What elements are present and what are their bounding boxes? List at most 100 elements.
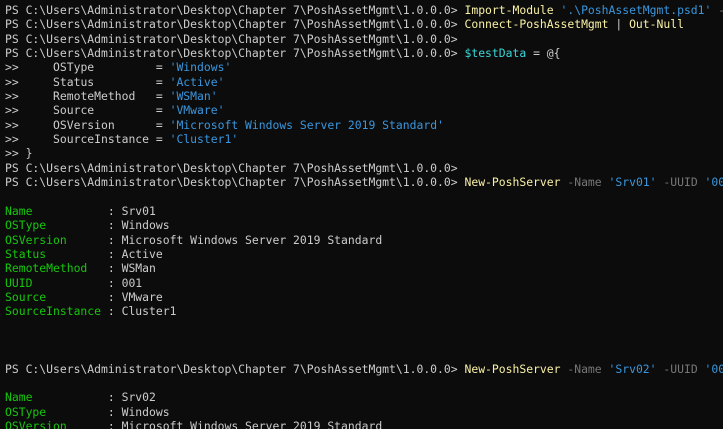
property-separator: : [101, 218, 122, 233]
powershell-terminal[interactable]: PS C:\Users\Administrator\Desktop\Chapte… [0, 0, 723, 429]
continuation-prompt: >> [5, 89, 19, 104]
command-token: 'Active' [169, 74, 225, 89]
command-token: Connect-PoshAssetMgmt [464, 17, 609, 32]
prompt-text: PS C:\Users\Administrator\Desktop\Chapte… [5, 175, 458, 190]
terminal-line: PS C:\Users\Administrator\Desktop\Chapte… [5, 17, 723, 31]
property-value: WSMan [121, 261, 156, 276]
property-name: SourceInstance [5, 304, 102, 319]
property-value: Windows [121, 218, 170, 233]
command-token: RemoteMethod = [18, 89, 170, 104]
command-token: $testData [464, 46, 527, 61]
command-token: -Name [560, 361, 609, 376]
command-token: -Force [711, 3, 723, 17]
command-token: Status = [18, 74, 170, 89]
property-value: Srv02 [121, 390, 156, 405]
continuation-prompt: >> [5, 103, 19, 118]
command-token: -UUID [656, 175, 705, 190]
command-token: '002' [704, 361, 723, 376]
prompt-text: PS C:\Users\Administrator\Desktop\Chapte… [5, 46, 458, 61]
command-token: Out-Null [629, 17, 684, 32]
terminal-line: OSVersion : Microsoft Windows Server 201… [5, 419, 723, 429]
terminal-line: OSType : Windows [5, 218, 723, 232]
property-value: Active [121, 246, 163, 261]
property-value: Srv01 [121, 203, 156, 218]
command-token: = @{ [526, 46, 561, 61]
prompt-text: PS C:\Users\Administrator\Desktop\Chapte… [5, 160, 458, 175]
terminal-line: PS C:\Users\Administrator\Desktop\Chapte… [5, 32, 723, 46]
terminal-line: Name : Srv01 [5, 204, 723, 218]
property-value: 001 [121, 275, 143, 290]
property-value: Windows [121, 404, 170, 419]
command-token: OSVersion = [18, 117, 170, 132]
prompt-text: PS C:\Users\Administrator\Desktop\Chapte… [5, 31, 458, 46]
terminal-line: UUID : 001 [5, 276, 723, 290]
continuation-prompt: >> [5, 74, 19, 89]
command-token: '001' [704, 175, 723, 190]
terminal-line: >> SourceInstance = 'Cluster1' [5, 132, 723, 146]
continuation-prompt: >> [5, 117, 19, 132]
command-token: Source = [18, 103, 170, 118]
terminal-line: RemoteMethod : WSMan [5, 261, 723, 275]
property-separator: : [101, 232, 122, 247]
property-name: UUID [5, 275, 102, 290]
property-separator: : [101, 390, 122, 405]
prompt-text: PS C:\Users\Administrator\Desktop\Chapte… [5, 17, 458, 32]
property-value: Microsoft Windows Server 2019 Standard [121, 418, 383, 429]
property-separator: : [101, 275, 122, 290]
property-value: Cluster1 [121, 304, 177, 319]
command-token: | [608, 17, 630, 32]
terminal-line: Name : Srv02 [5, 390, 723, 404]
terminal-line: >> OSVersion = 'Microsoft Windows Server… [5, 118, 723, 132]
command-token: 'VMware' [169, 103, 225, 118]
command-token: SourceInstance = [18, 132, 170, 147]
command-token: '.\PoshAssetMgmt.psd1' [560, 3, 712, 17]
terminal-line: PS C:\Users\Administrator\Desktop\Chapte… [5, 362, 723, 376]
property-separator: : [101, 203, 122, 218]
command-token: -Name [560, 175, 609, 190]
property-separator: : [101, 261, 122, 276]
property-name: Status [5, 246, 102, 261]
terminal-line: OSType : Windows [5, 405, 723, 419]
terminal-line: >> RemoteMethod = 'WSMan' [5, 89, 723, 103]
continuation-prompt: >> [5, 132, 19, 147]
terminal-line: Source : VMware [5, 290, 723, 304]
property-separator: : [101, 404, 122, 419]
terminal-line: >> } [5, 146, 723, 160]
property-value: VMware [121, 289, 163, 304]
command-token: 'Srv01' [608, 175, 657, 190]
prompt-text: PS C:\Users\Administrator\Desktop\Chapte… [5, 361, 458, 376]
continuation-prompt: >> [5, 146, 19, 161]
property-separator: : [101, 246, 122, 261]
command-token: 'Srv02' [608, 361, 657, 376]
command-token: } [18, 146, 33, 161]
command-token: New-PoshServer [464, 361, 561, 376]
terminal-line: PS C:\Users\Administrator\Desktop\Chapte… [5, 3, 723, 17]
property-name: OSType [5, 404, 102, 419]
command-token: 'Microsoft Windows Server 2019 Standard' [169, 117, 444, 132]
property-name: RemoteMethod [5, 261, 102, 276]
property-value: Microsoft Windows Server 2019 Standard [121, 232, 383, 247]
terminal-line: >> OSType = 'Windows' [5, 60, 723, 74]
terminal-line: SourceInstance : Cluster1 [5, 304, 723, 318]
property-name: Name [5, 390, 102, 405]
command-token: 'Windows' [169, 60, 232, 75]
property-name: OSType [5, 218, 102, 233]
continuation-prompt: >> [5, 60, 19, 75]
terminal-line: PS C:\Users\Administrator\Desktop\Chapte… [5, 46, 723, 60]
terminal-line: Status : Active [5, 247, 723, 261]
property-separator: : [101, 289, 122, 304]
prompt-text: PS C:\Users\Administrator\Desktop\Chapte… [5, 3, 458, 17]
command-token: 'WSMan' [169, 89, 218, 104]
terminal-line: PS C:\Users\Administrator\Desktop\Chapte… [5, 161, 723, 175]
terminal-line: >> Source = 'VMware' [5, 103, 723, 117]
command-token: OSType = [18, 60, 170, 75]
property-name: Name [5, 203, 102, 218]
property-name: OSVersion [5, 232, 102, 247]
property-separator: : [101, 304, 122, 319]
terminal-line: OSVersion : Microsoft Windows Server 201… [5, 233, 723, 247]
